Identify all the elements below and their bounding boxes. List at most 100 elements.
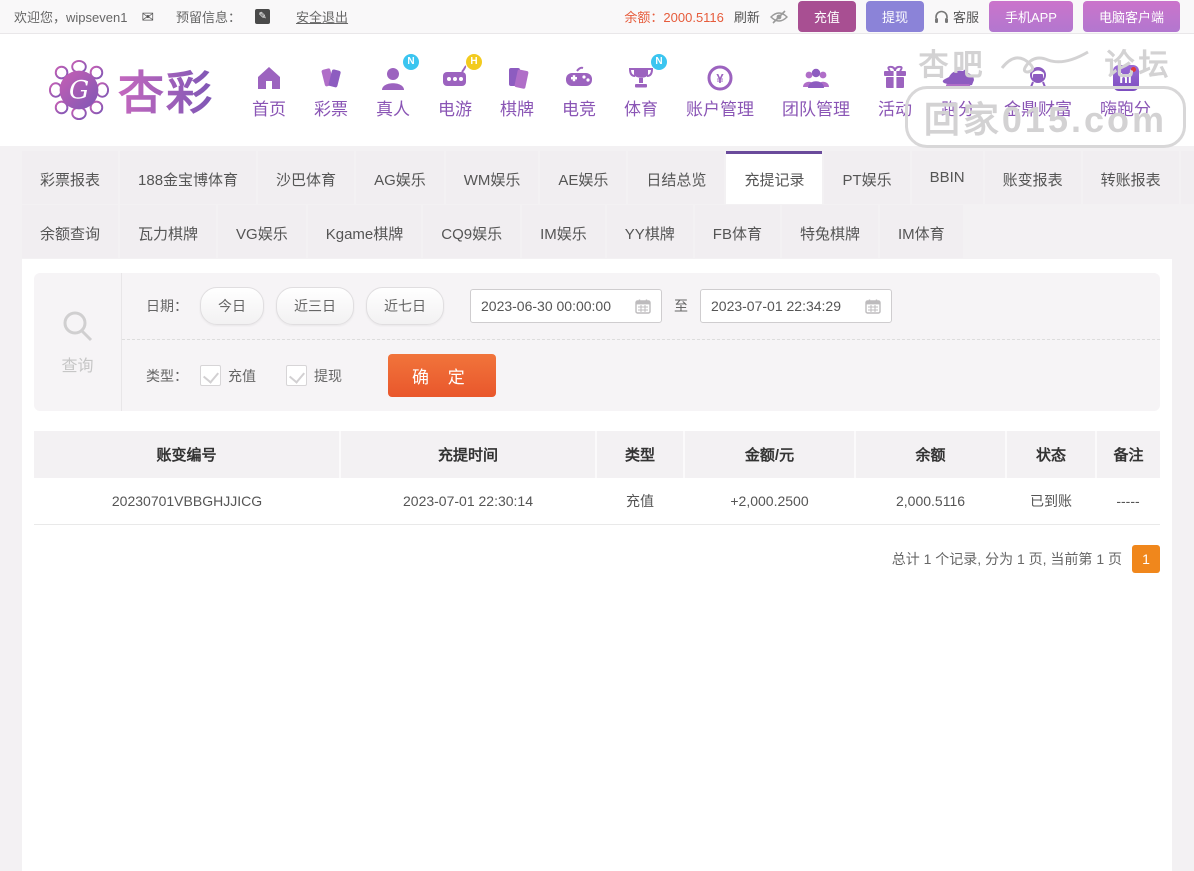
tab-daily-summary[interactable]: 日结总览 xyxy=(628,151,724,204)
tab-ag[interactable]: AG娱乐 xyxy=(356,151,444,204)
cell-type: 充值 xyxy=(596,478,684,525)
query-label: 查询 xyxy=(61,352,93,376)
slots-icon: H xyxy=(440,61,470,91)
tab-yy[interactable]: YY棋牌 xyxy=(607,205,693,258)
magnifier-icon xyxy=(59,308,97,346)
withdraw-button[interactable]: 提现 xyxy=(866,1,924,32)
report-tabs: 彩票报表 188金宝博体育 沙巴体育 AG娱乐 WM娱乐 AE娱乐 日结总览 充… xyxy=(22,151,1172,259)
logo[interactable]: G 杏彩 xyxy=(48,57,214,123)
tab-lottery-report[interactable]: 彩票报表 xyxy=(22,151,118,204)
welcome-text: 欢迎您，wipseven1 xyxy=(14,7,127,26)
quick-today-button[interactable]: 今日 xyxy=(200,287,264,325)
nav-item-jinding[interactable]: 金鼎财富 xyxy=(992,61,1084,120)
header: G 杏彩 首页 彩票 N 真人 xyxy=(0,34,1194,146)
tab-deposit-withdraw-records[interactable]: 充提记录 xyxy=(726,151,822,204)
query-side[interactable]: 查询 xyxy=(34,273,122,411)
col-type: 类型 xyxy=(596,431,684,478)
nav-item-sports[interactable]: N 体育 xyxy=(612,61,670,120)
logout-link[interactable]: 安全退出 xyxy=(296,7,348,26)
eye-slash-icon[interactable] xyxy=(770,10,788,24)
gamepad-icon xyxy=(564,61,594,91)
yuan-coin-icon: ¥ xyxy=(706,61,734,91)
tab-188-sports[interactable]: 188金宝博体育 xyxy=(120,151,256,204)
pc-client-button[interactable]: 电脑客户端 xyxy=(1083,1,1180,32)
tab-shaba-sports[interactable]: 沙巴体育 xyxy=(258,151,354,204)
nav-item-esports[interactable]: 电竞 xyxy=(550,61,608,120)
cell-status: 已到账 xyxy=(1006,478,1096,525)
cards-icon xyxy=(503,61,531,91)
edit-icon[interactable]: ✎ xyxy=(255,9,270,24)
recharge-button[interactable]: 充值 xyxy=(798,1,856,32)
team-icon xyxy=(801,61,831,91)
nav-item-live[interactable]: N 真人 xyxy=(364,61,422,120)
gift-icon xyxy=(881,61,909,91)
nav-item-home[interactable]: 首页 xyxy=(240,61,298,120)
col-time: 充提时间 xyxy=(340,431,596,478)
date-from-input[interactable]: 2023-06-30 00:00:00 xyxy=(470,289,662,323)
quick-3days-button[interactable]: 近三日 xyxy=(276,287,354,325)
topbar: 欢迎您，wipseven1 ✉ 预留信息： ✎ 安全退出 余额：2000.511… xyxy=(0,0,1194,34)
cell-record-id: 20230701VBBGHJJICG xyxy=(34,478,340,525)
search-box: 查询 日期： 今日 近三日 近七日 2023-06-30 00:00:00 至 … xyxy=(34,273,1160,411)
nav-item-hipaofen[interactable]: hi 嗨跑分 xyxy=(1088,61,1163,120)
cell-time: 2023-07-01 22:30:14 xyxy=(340,478,596,525)
col-amount: 金额/元 xyxy=(684,431,855,478)
tab-account-change-report[interactable]: 账变报表 xyxy=(985,151,1081,204)
col-balance: 余额 xyxy=(855,431,1006,478)
nav-item-promos[interactable]: 活动 xyxy=(866,61,924,120)
main-nav: 首页 彩票 N 真人 H 电游 xyxy=(240,61,1163,120)
pagination-summary: 总计 1 个记录, 分为 1 页, 当前第 1 页 xyxy=(892,549,1122,569)
date-to-input[interactable]: 2023-07-01 22:34:29 xyxy=(700,289,892,323)
svg-text:¥: ¥ xyxy=(716,71,724,86)
tab-row-1: 彩票报表 188金宝博体育 沙巴体育 AG娱乐 WM娱乐 AE娱乐 日结总览 充… xyxy=(22,151,1172,205)
quick-7days-button[interactable]: 近七日 xyxy=(366,287,444,325)
tickets-icon xyxy=(317,61,345,91)
live-person-icon: N xyxy=(379,61,407,91)
hi-red-dot xyxy=(1131,67,1136,72)
tab-kgame[interactable]: Kgame棋牌 xyxy=(308,205,422,258)
envelope-icon[interactable]: ✉ xyxy=(141,8,154,26)
date-row: 日期： 今日 近三日 近七日 2023-06-30 00:00:00 至 202… xyxy=(122,273,1160,339)
content-panel: 查询 日期： 今日 近三日 近七日 2023-06-30 00:00:00 至 … xyxy=(22,259,1172,871)
tab-wm[interactable]: WM娱乐 xyxy=(446,151,539,204)
tab-im-sports[interactable]: IM体育 xyxy=(880,205,963,258)
tab-vg[interactable]: VG娱乐 xyxy=(218,205,306,258)
tab-cq9[interactable]: CQ9娱乐 xyxy=(423,205,520,258)
nav-item-team[interactable]: 团队管理 xyxy=(770,61,862,120)
page: 欢迎您，wipseven1 ✉ 预留信息： ✎ 安全退出 余额：2000.511… xyxy=(0,0,1194,871)
withdraw-checkbox[interactable]: 提现 xyxy=(286,365,342,386)
tab-ae[interactable]: AE娱乐 xyxy=(540,151,626,204)
topbar-right: 余额：2000.5116 刷新 充值 提现 客服 手机APP 电脑客户端 xyxy=(624,1,1180,32)
customer-service[interactable]: 客服 xyxy=(934,7,979,26)
logo-text: 杏彩 xyxy=(118,57,214,123)
tab-balance-query[interactable]: 余额查询 xyxy=(22,205,118,258)
rhino-icon xyxy=(940,61,976,91)
reserved-info-label: 预留信息： xyxy=(176,7,241,26)
col-status: 状态 xyxy=(1006,431,1096,478)
tab-pt[interactable]: PT娱乐 xyxy=(824,151,909,204)
balance-text: 余额：2000.5116 xyxy=(624,7,724,26)
home-icon xyxy=(255,61,283,91)
refresh-link[interactable]: 刷新 xyxy=(734,7,760,26)
nav-item-egame[interactable]: H 电游 xyxy=(426,61,484,120)
mobile-app-button[interactable]: 手机APP xyxy=(989,1,1073,32)
tab-bbin[interactable]: BBIN xyxy=(912,151,983,204)
nav-item-cards[interactable]: 棋牌 xyxy=(488,61,546,120)
tab-rebate-total[interactable]: 返点总额 xyxy=(1181,151,1194,204)
nav-item-lottery[interactable]: 彩票 xyxy=(302,61,360,120)
confirm-button[interactable]: 确 定 xyxy=(388,354,496,397)
nav-item-account[interactable]: ¥ 账户管理 xyxy=(674,61,766,120)
treasure-icon xyxy=(1024,61,1052,91)
table-header-row: 账变编号 充提时间 类型 金额/元 余额 状态 备注 xyxy=(34,431,1160,478)
search-form: 日期： 今日 近三日 近七日 2023-06-30 00:00:00 至 202… xyxy=(122,273,1160,411)
logo-flower-icon: G xyxy=(48,59,110,121)
tab-im-casino[interactable]: IM娱乐 xyxy=(522,205,605,258)
tab-fb-sports[interactable]: FB体育 xyxy=(695,205,780,258)
nav-item-paofen[interactable]: 跑分 xyxy=(928,61,988,120)
checkbox-icon xyxy=(286,365,307,386)
tab-tetu[interactable]: 特兔棋牌 xyxy=(782,205,878,258)
tab-wali[interactable]: 瓦力棋牌 xyxy=(120,205,216,258)
recharge-checkbox[interactable]: 充值 xyxy=(200,365,256,386)
tab-transfer-report[interactable]: 转账报表 xyxy=(1083,151,1179,204)
page-1-button[interactable]: 1 xyxy=(1132,545,1160,573)
